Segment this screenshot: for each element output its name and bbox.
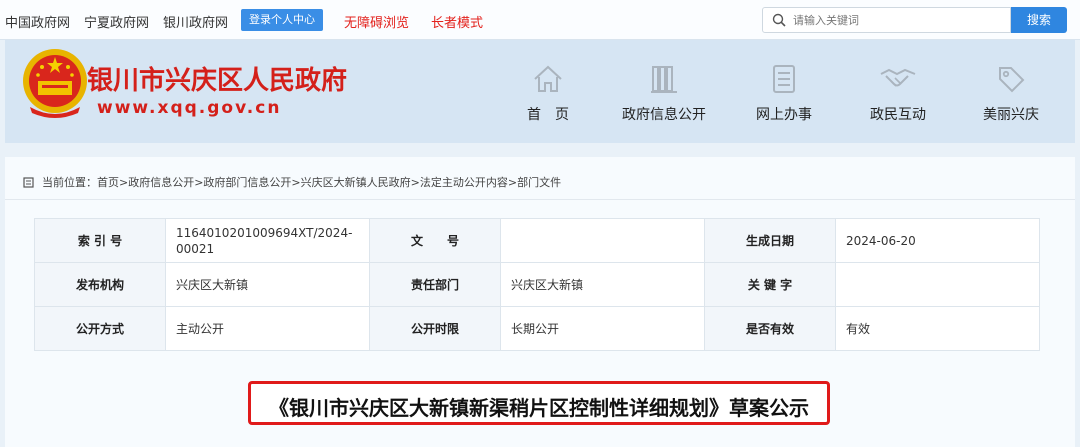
document-info-table: 索 引 号 1164010201009694XT/2024-00021 文 号 … [34, 218, 1040, 351]
period-label: 公开时限 [369, 306, 501, 351]
nav-interaction[interactable]: 政民互动 [838, 62, 958, 124]
nav-interaction-label: 政民互动 [870, 107, 926, 123]
valid-value: 有效 [835, 306, 1040, 351]
table-row: 发布机构 兴庆区大新镇 责任部门 兴庆区大新镇 关 键 字 [34, 262, 1040, 307]
nav-online-services-label: 网上办事 [756, 107, 812, 123]
accessibility-link[interactable]: 无障碍浏览 [344, 12, 409, 31]
tag-icon [999, 67, 1025, 93]
mode-label: 公开方式 [34, 306, 166, 351]
nav-home-label: 首 页 [527, 107, 569, 123]
search-input[interactable] [793, 10, 1003, 30]
elder-mode-link[interactable]: 长者模式 [431, 12, 483, 31]
date-label: 生成日期 [704, 218, 836, 263]
publisher-value: 兴庆区大新镇 [165, 262, 370, 307]
books-icon [651, 66, 677, 93]
document-icon [773, 65, 795, 93]
mode-value: 主动公开 [165, 306, 370, 351]
publisher-label: 发布机构 [34, 262, 166, 307]
home-icon [534, 65, 562, 92]
nav-beautiful-xingqing-label: 美丽兴庆 [983, 107, 1039, 123]
index-label: 索 引 号 [34, 218, 166, 263]
keyword-value [835, 262, 1040, 307]
top-bar: 中国政府网 宁夏政府网 银川政府网 登录个人中心 无障碍浏览 长者模式 搜索 [0, 0, 1080, 40]
period-value: 长期公开 [500, 306, 705, 351]
site-header: 银川市兴庆区人民政府 www.xqq.gov.cn 首 页 政府信息公开 网上办… [5, 40, 1075, 143]
national-emblem-icon [23, 49, 87, 118]
keyword-label: 关 键 字 [704, 262, 836, 307]
login-button[interactable]: 登录个人中心 [241, 9, 323, 31]
search-box [762, 7, 1011, 33]
nav-gov-info-label: 政府信息公开 [622, 107, 706, 123]
table-row: 公开方式 主动公开 公开时限 长期公开 是否有效 有效 [34, 306, 1040, 351]
search-button[interactable]: 搜索 [1011, 7, 1067, 33]
nav-online-services[interactable]: 网上办事 [724, 62, 844, 124]
document-title: 《银川市兴庆区大新镇新渠稍片区控制性详细规划》草案公示 [269, 396, 809, 420]
doc-no-value [500, 218, 705, 263]
divider [5, 199, 1075, 200]
nav-beautiful-xingqing[interactable]: 美丽兴庆 [951, 62, 1071, 124]
site-url: www.xqq.gov.cn [97, 98, 282, 118]
dept-label: 责任部门 [369, 262, 501, 307]
table-row: 索 引 号 1164010201009694XT/2024-00021 文 号 … [34, 218, 1040, 263]
doc-no-label: 文 号 [369, 218, 501, 263]
index-value: 1164010201009694XT/2024-00021 [165, 218, 370, 263]
search-icon [772, 13, 786, 27]
breadcrumb: 当前位置：首页>政府信息公开>政府部门信息公开>兴庆区大新镇人民政府>法定主动公… [23, 174, 561, 190]
location-icon [23, 177, 34, 188]
breadcrumb-text[interactable]: 当前位置：首页>政府信息公开>政府部门信息公开>兴庆区大新镇人民政府>法定主动公… [42, 176, 561, 189]
link-china-gov[interactable]: 中国政府网 [5, 12, 70, 31]
link-yinchuan-gov[interactable]: 银川政府网 [163, 12, 228, 31]
handshake-icon [880, 68, 916, 87]
valid-label: 是否有效 [704, 306, 836, 351]
nav-gov-info[interactable]: 政府信息公开 [604, 62, 724, 124]
link-ningxia-gov[interactable]: 宁夏政府网 [84, 12, 149, 31]
nav-home[interactable]: 首 页 [488, 62, 608, 124]
site-name: 银川市兴庆区人民政府 [87, 66, 348, 96]
document-title-box: 《银川市兴庆区大新镇新渠稍片区控制性详细规划》草案公示 [248, 381, 830, 425]
dept-value: 兴庆区大新镇 [500, 262, 705, 307]
date-value: 2024-06-20 [835, 218, 1040, 263]
